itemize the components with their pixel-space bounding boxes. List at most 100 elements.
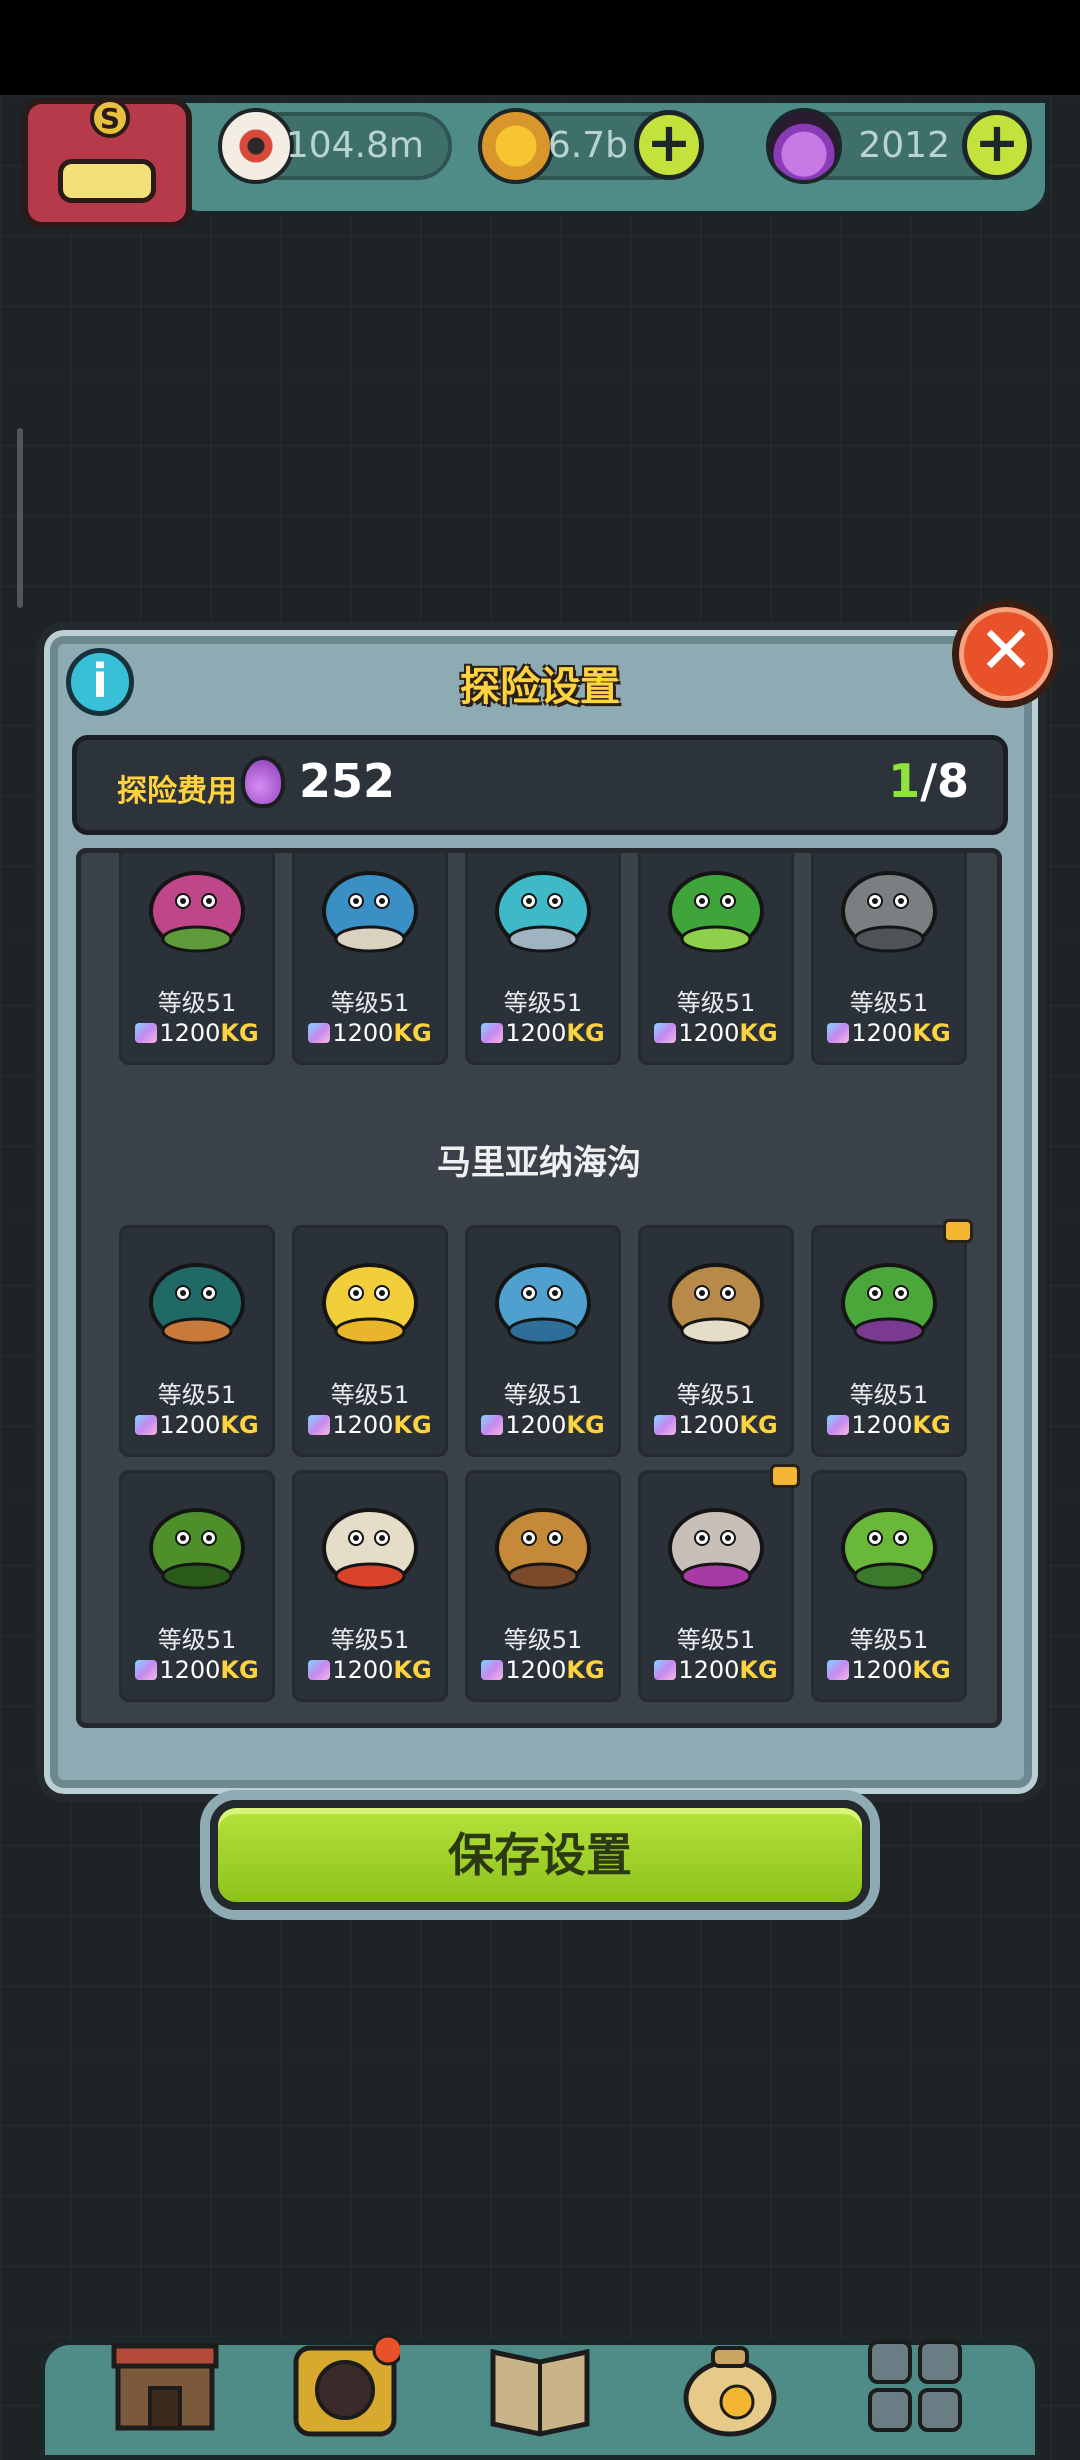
weight-unit: KG [739,1411,778,1439]
weight-unit: KG [393,1656,432,1684]
add-potion-button[interactable]: + [962,110,1032,180]
weight-bag-icon [308,1660,331,1680]
weight-bag-icon [135,1660,158,1680]
monster-weight: 1200KG [465,1656,621,1684]
monster-level: 等级51 [676,1626,756,1654]
monster-card[interactable]: 等级51 1200KG [811,1219,973,1457]
monster-card[interactable]: 等级51 1200KG [638,1225,794,1457]
monster-weight: 1200KG [119,1411,275,1439]
seahorse-monster-icon [841,1508,937,1590]
weight-unit: KG [739,1019,778,1047]
monster-card[interactable]: 等级51 1200KG [292,853,448,1065]
monster-weight: 1200KG [638,1656,794,1684]
bubble-fish-monster-icon [495,871,591,953]
rank-letter: S [90,98,130,138]
monster-card[interactable]: 等级51 1200KG [119,1470,275,1702]
monster-card[interactable]: 等级51 1200KG [465,1470,621,1702]
new-badge-icon [770,1464,800,1488]
weight-value: 1200 [505,1656,567,1684]
mantis-monster-icon [841,1263,937,1345]
monster-level: 等级51 [157,1626,237,1654]
weight-value: 1200 [332,1656,394,1684]
weight-value: 1200 [851,1411,913,1439]
weight-unit: KG [220,1019,259,1047]
monster-level: 等级51 [676,1381,756,1409]
weight-unit: KG [393,1411,432,1439]
monster-weight: 1200KG [119,1019,275,1047]
weight-unit: KG [220,1656,259,1684]
nav-money-bag[interactable] [675,2328,785,2438]
monster-level: 等级51 [503,989,583,1017]
rock-golem-monster-icon [841,871,937,953]
onion-plant-monster-icon [149,871,245,953]
weight-value: 1200 [505,1019,567,1047]
cost-label: 探险费用 [117,774,237,809]
monster-card[interactable]: 等级51 1200KG [811,853,967,1065]
close-button[interactable]: ✕ [952,600,1060,708]
monster-card[interactable]: 等级51 1200KG [292,1470,448,1702]
weight-value: 1200 [505,1411,567,1439]
grid-menu-icon [868,2340,962,2432]
monster-card[interactable]: 等级51 1200KG [811,1470,967,1702]
monster-weight: 1200KG [292,1411,448,1439]
weight-value: 1200 [159,1019,221,1047]
monster-card[interactable]: 等级51 1200KG [465,853,621,1065]
nav-lair[interactable] [290,2328,404,2438]
nav-book[interactable] [485,2328,595,2438]
gold-coin-icon [478,108,554,184]
selected-total: /8 [920,754,969,808]
monster-card[interactable]: 等级51 1200KG [638,1464,800,1702]
monster-level: 等级51 [676,989,756,1017]
weight-value: 1200 [332,1019,394,1047]
weight-bag-icon [481,1415,504,1435]
weight-value: 1200 [159,1656,221,1684]
monster-level: 等级51 [157,1381,237,1409]
monster-level: 等级51 [157,989,237,1017]
urchin-monster-icon [149,1263,245,1345]
selected-count: 1/8 [888,754,969,808]
weight-unit: KG [566,1019,605,1047]
weight-unit: KG [566,1656,605,1684]
money-bag-icon [683,2346,777,2437]
potion-icon [766,108,842,184]
banana-squid-monster-icon [322,1263,418,1345]
weight-bag-icon [135,1415,158,1435]
monster-level: 等级51 [503,1626,583,1654]
monster-card[interactable]: 等级51 1200KG [119,1225,275,1457]
dialog-title: 探险设置 [460,664,620,710]
section-title: 马里亚纳海沟 [437,1143,641,1183]
weight-bag-icon [135,1023,158,1043]
scrollbar[interactable] [17,428,23,608]
weight-bag-icon [827,1415,850,1435]
monster-weight: 1200KG [811,1019,967,1047]
monster-card[interactable]: 等级51 1200KG [465,1225,621,1457]
weight-value: 1200 [678,1656,740,1684]
green-caterpillar-monster-icon [668,871,764,953]
player-avatar[interactable]: S [22,98,192,228]
monster-level: 等级51 [849,1626,929,1654]
walrus-shell-monster-icon [668,1263,764,1345]
monster-level: 等级51 [330,1381,410,1409]
weight-bag-icon [481,1023,504,1043]
monster-level: 等级51 [849,989,929,1017]
nav-menu[interactable] [862,2328,972,2438]
potion-value: 2012 [858,125,950,166]
save-settings-button[interactable]: 保存设置 [210,1800,870,1910]
monster-list[interactable]: 马里亚纳海沟 等级51 1200KG 等级51 1200KG 等级51 1200KG 等级5… [76,848,1002,1728]
weight-bag-icon [654,1415,677,1435]
nav-shop[interactable] [110,2328,220,2438]
avatar-mouth-icon [58,159,156,203]
monster-card[interactable]: 等级51 1200KG [119,853,275,1065]
weight-unit: KG [739,1656,778,1684]
weight-value: 1200 [159,1411,221,1439]
monster-level: 等级51 [330,989,410,1017]
weight-bag-icon [654,1660,677,1680]
monster-level: 等级51 [330,1626,410,1654]
new-badge-icon [943,1219,973,1243]
monster-card[interactable]: 等级51 1200KG [638,853,794,1065]
monster-level: 等级51 [849,1381,929,1409]
monster-weight: 1200KG [465,1411,621,1439]
add-gold-button[interactable]: + [634,110,704,180]
monster-card[interactable]: 等级51 1200KG [292,1225,448,1457]
shop-building-icon [111,2343,219,2431]
